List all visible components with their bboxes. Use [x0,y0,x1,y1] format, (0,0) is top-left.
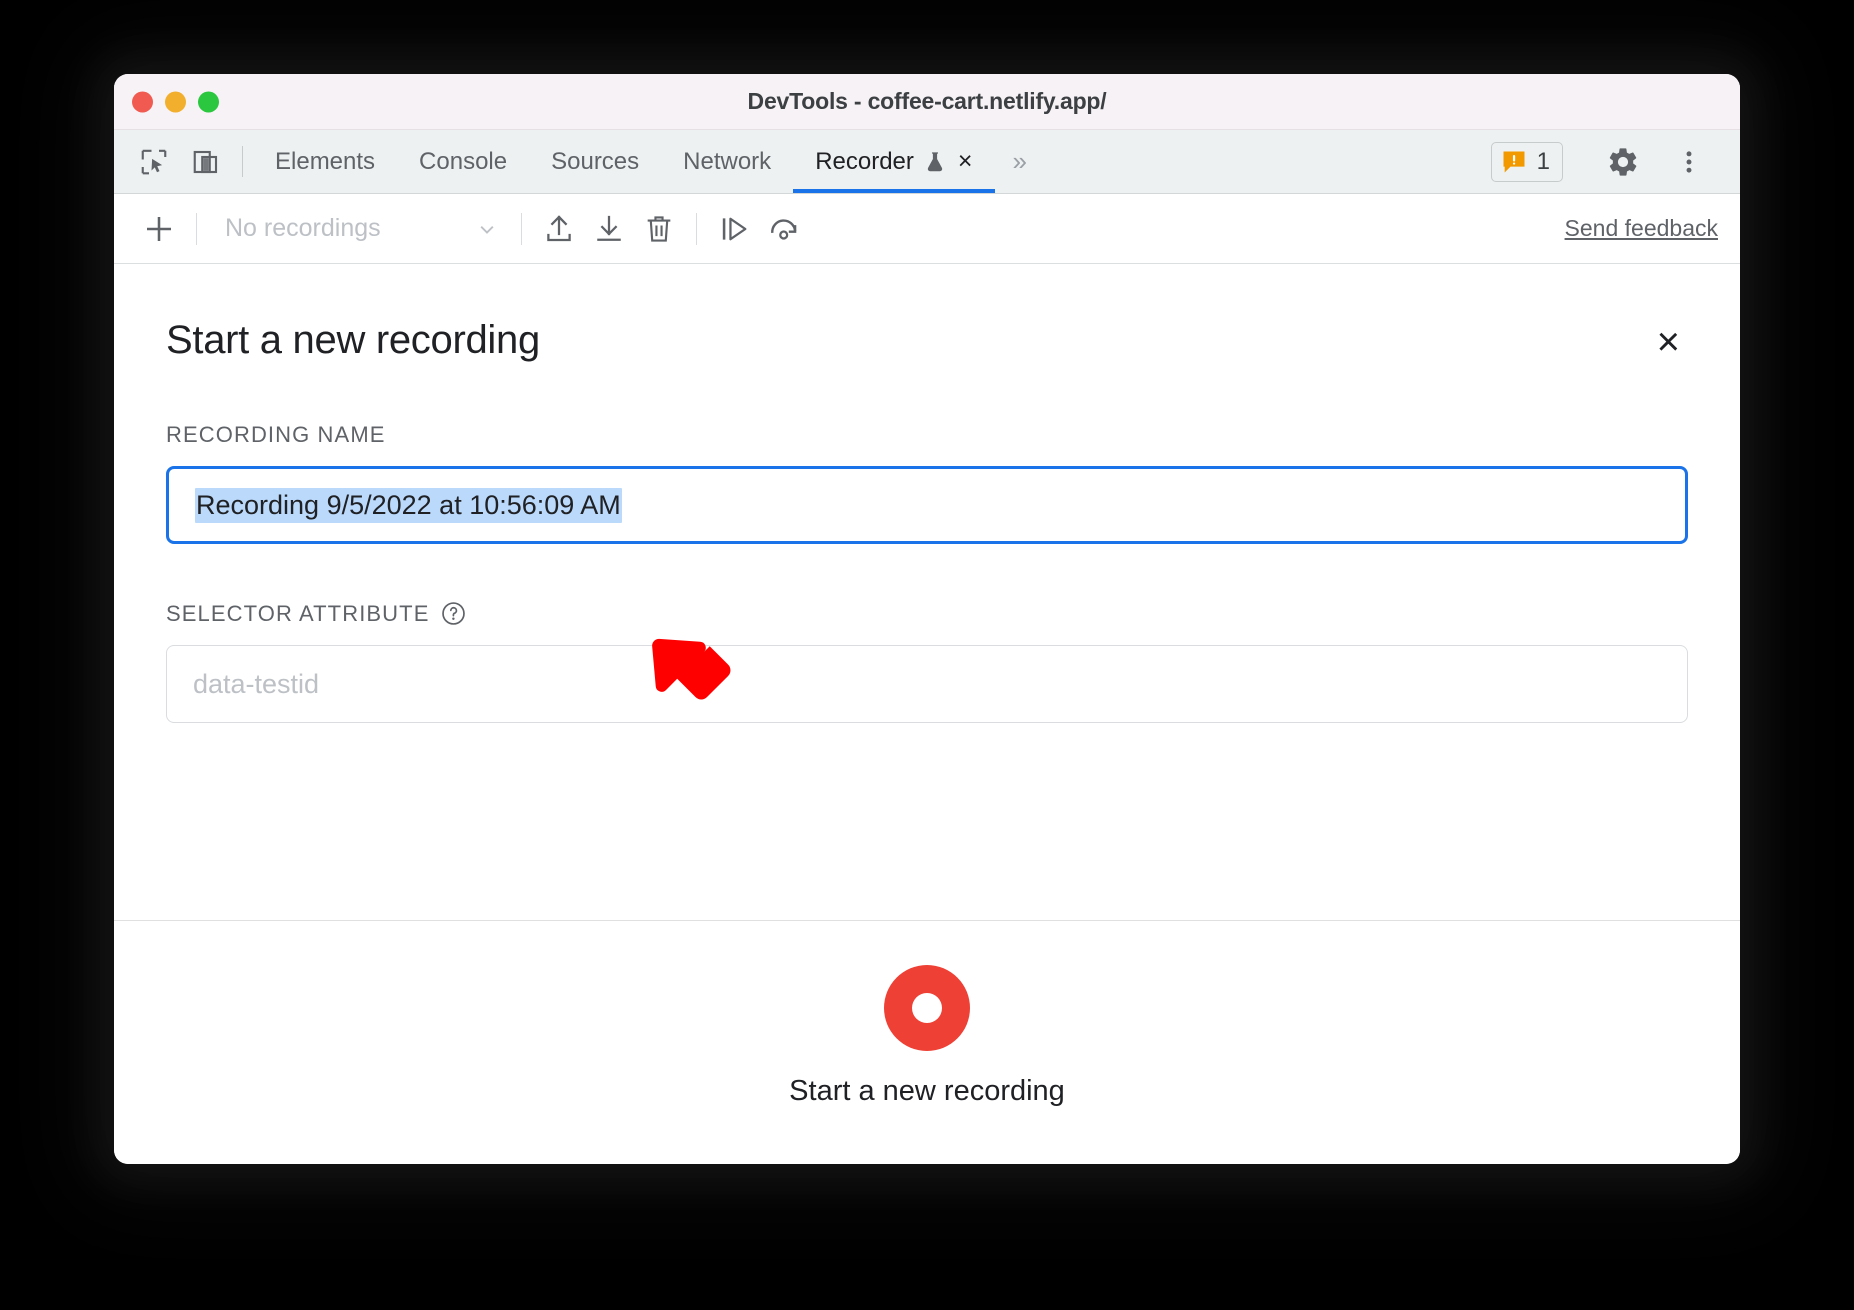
tab-console-label: Console [419,147,508,175]
zoom-window-button[interactable] [198,91,219,112]
minimize-window-button[interactable] [165,91,186,112]
selector-attribute-placeholder: data-testid [193,668,320,699]
page-title: Start a new recording [166,318,540,362]
recording-name-value: Recording 9/5/2022 at 10:56:09 AM [195,487,622,523]
devtools-tabstrip-actions: 1 [1490,130,1740,193]
flask-icon [927,151,943,171]
recording-name-input[interactable]: Recording 9/5/2022 at 10:56:09 AM [166,466,1688,544]
start-recording-label: Start a new recording [789,1075,1065,1107]
device-toolbar-icon [193,150,218,173]
close-panel-button[interactable]: × [1649,318,1688,366]
start-recording-button[interactable] [884,965,970,1051]
selector-attribute-field: SELECTOR ATTRIBUTE data-testid [166,600,1688,723]
tab-sources-label: Sources [551,147,640,175]
close-tab-recorder-button[interactable]: × [958,149,973,174]
toolbar-divider [242,146,243,177]
window-controls[interactable] [132,91,219,112]
window-title: DevTools - coffee-cart.netlify.app/ [747,88,1107,114]
help-circle-icon[interactable] [440,600,467,627]
recordings-select-value: No recordings [225,214,381,242]
panel-header: Start a new recording × [166,318,1688,366]
add-recording-button[interactable] [134,204,184,254]
upload-icon [547,214,571,241]
toolbar-divider-2 [521,212,522,245]
tab-network[interactable]: Network [661,130,793,193]
delete-recording-button[interactable] [634,204,684,254]
screenshot-canvas: DevTools - coffee-cart.netlify.app/ Elem… [0,0,1854,1310]
kebab-menu-icon [1686,150,1692,173]
import-recording-button[interactable] [534,204,584,254]
tab-recorder[interactable]: Recorder × [793,130,995,193]
gear-icon [1609,147,1637,176]
more-options-button[interactable] [1658,134,1720,190]
tab-network-label: Network [683,147,772,175]
send-feedback-link[interactable]: Send feedback [1565,215,1718,242]
toolbar-divider-1 [196,212,197,245]
warning-count: 1 [1536,147,1550,175]
toolbar-divider-3 [696,212,697,245]
tab-sources[interactable]: Sources [529,130,661,193]
tab-console[interactable]: Console [397,130,529,193]
replay-button[interactable] [759,204,809,254]
recording-name-label: RECORDING NAME [166,422,1688,448]
warning-icon [1503,151,1525,172]
record-dot-icon [912,993,942,1023]
export-recording-button[interactable] [584,204,634,254]
panel-footer: Start a new recording [114,920,1740,1164]
inspect-element-icon [141,149,167,174]
close-window-button[interactable] [132,91,153,112]
step-over-button[interactable] [709,204,759,254]
warning-badge[interactable]: 1 [1490,141,1563,182]
selector-attribute-label-text: SELECTOR ATTRIBUTE [166,600,430,626]
recording-name-field: RECORDING NAME Recording 9/5/2022 at 10:… [166,422,1688,544]
replay-icon [771,218,797,240]
step-play-icon [722,217,747,240]
plus-icon [147,216,171,241]
selector-attribute-label: SELECTOR ATTRIBUTE [166,600,1688,627]
new-recording-form: Start a new recording × RECORDING NAME R… [114,264,1740,880]
tab-elements[interactable]: Elements [253,130,397,193]
download-icon [597,215,621,241]
inspect-element-button[interactable] [128,130,180,193]
more-tabs-button[interactable]: » [995,130,1045,193]
recorder-toolbar: No recordings Send feedback [114,194,1740,264]
window-titlebar: DevTools - coffee-cart.netlify.app/ [114,74,1740,130]
tab-recorder-label: Recorder [815,147,914,175]
recorder-panel: Start a new recording × RECORDING NAME R… [114,264,1740,1164]
tab-elements-label: Elements [275,147,376,175]
devtools-window: DevTools - coffee-cart.netlify.app/ Elem… [114,74,1740,1164]
settings-button[interactable] [1592,134,1654,190]
recording-name-label-text: RECORDING NAME [166,422,386,447]
devtools-tabstrip: Elements Console Sources Network Recorde… [114,130,1740,194]
selector-attribute-input[interactable]: data-testid [166,645,1688,723]
recordings-select[interactable]: No recordings [209,204,509,254]
device-toolbar-button[interactable] [180,130,232,193]
chevron-down-icon [480,225,494,234]
trash-icon [647,215,671,242]
